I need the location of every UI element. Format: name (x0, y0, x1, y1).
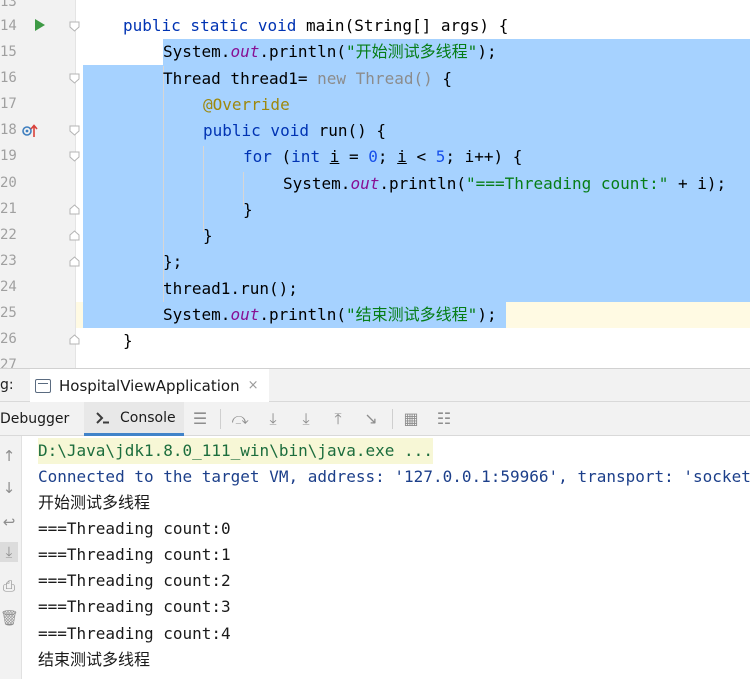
code-line[interactable]: } (243, 197, 253, 223)
evaluate-expression-icon[interactable]: ▦ (402, 410, 420, 428)
line-number: 22 (0, 227, 17, 243)
toolbar-separator (392, 409, 393, 429)
code-line[interactable]: } (123, 328, 133, 354)
scroll-to-end-icon[interactable]: ⤓ (0, 542, 18, 562)
toolbar-separator (220, 409, 221, 429)
editor-gutter: 13 14 15 16 17 18 19 20 21 22 23 24 25 2… (0, 0, 80, 368)
code-line[interactable]: System.out.println("===Threading count:"… (283, 171, 726, 197)
fold-icon[interactable] (69, 125, 80, 136)
console-line: ===Threading count:4 (38, 624, 231, 643)
menu-lines-icon[interactable]: ☰ (191, 410, 209, 428)
console-line: ===Threading count:1 (38, 545, 231, 564)
console-line: D:\Java\jdk1.8.0_111_win\bin\java.exe ..… (38, 438, 433, 464)
console-line: Connected to the target VM, address: '12… (38, 467, 750, 486)
up-arrow-icon[interactable]: ↑ (0, 446, 18, 466)
code-line[interactable]: System.out.println("开始测试多线程"); (163, 39, 497, 65)
console-line: ===Threading count:0 (38, 519, 231, 538)
line-number: 24 (0, 279, 17, 295)
code-line[interactable]: for (int i = 0; i < 5; i++) { (243, 144, 522, 170)
line-number: 19 (0, 148, 17, 164)
fold-icon[interactable] (69, 230, 80, 241)
run-gutter-icon[interactable] (35, 19, 45, 31)
fold-icon[interactable] (69, 73, 80, 84)
code-line[interactable]: Thread thread1= new Thread() { (163, 66, 452, 92)
line-number: 18 (0, 122, 17, 138)
fold-icon[interactable] (69, 151, 80, 162)
line-number: 15 (0, 44, 17, 60)
run-config-tab[interactable]: HospitalViewApplication × (30, 369, 269, 402)
step-over-icon[interactable]: ⤼ (231, 410, 249, 428)
console-line: ===Threading count:2 (38, 571, 231, 590)
line-number: 14 (0, 18, 17, 34)
line-number: 23 (0, 253, 17, 269)
line-number: 27 (0, 357, 17, 368)
run-config-tab-label: HospitalViewApplication (59, 376, 240, 395)
override-method-icon[interactable] (22, 124, 38, 138)
console-output[interactable]: D:\Java\jdk1.8.0_111_win\bin\java.exe ..… (22, 436, 750, 679)
indent-guide (203, 146, 204, 232)
fold-icon[interactable] (69, 334, 80, 345)
force-step-into-icon[interactable]: ⤓ (297, 410, 315, 428)
line-number: 25 (0, 305, 17, 321)
console-line: 开始测试多线程 (38, 493, 151, 512)
line-number: 16 (0, 70, 17, 86)
print-icon[interactable]: ⎙ (0, 576, 18, 596)
down-arrow-icon[interactable]: ↓ (0, 478, 18, 498)
line-number: 20 (0, 175, 17, 191)
debug-toolbar: Debugger Console ☰ ⤼ ⤓ ⤓ ⤒ ↘ ▦ ☷ (0, 402, 750, 436)
tab-debugger[interactable]: Debugger (0, 402, 69, 436)
line-number: 13 (0, 0, 17, 10)
application-icon (35, 378, 51, 393)
fold-icon[interactable] (69, 256, 80, 267)
step-into-icon[interactable]: ⤓ (264, 410, 282, 428)
line-number: 17 (0, 96, 17, 112)
trash-icon[interactable]: 🗑 (0, 608, 19, 628)
console-icon (96, 411, 109, 424)
tool-window-label: g: (0, 377, 14, 393)
console-line: ===Threading count:3 (38, 597, 231, 616)
code-line[interactable]: }; (163, 249, 182, 275)
fold-icon[interactable] (69, 21, 80, 32)
code-line[interactable]: } (203, 223, 213, 249)
close-icon[interactable]: × (248, 378, 259, 393)
code-editor[interactable]: 13 14 15 16 17 18 19 20 21 22 23 24 25 2… (0, 0, 750, 368)
line-number: 21 (0, 201, 17, 217)
tab-console[interactable]: Console (84, 402, 184, 436)
debug-tool-window-header: g: HospitalViewApplication × (0, 368, 750, 402)
code-line[interactable]: thread1.run(); (163, 276, 298, 302)
code-line[interactable]: @Override (203, 92, 290, 118)
soft-wrap-icon[interactable]: ↩ (0, 512, 18, 532)
console-side-toolbar: ↑ ↓ ↩ ⤓ ⎙ 🗑 (0, 436, 22, 679)
step-out-icon[interactable]: ⤒ (329, 410, 347, 428)
code-line[interactable]: public static void main(String[] args) { (123, 13, 508, 39)
fold-icon[interactable] (69, 204, 80, 215)
trace-icon[interactable]: ☷ (435, 410, 453, 428)
run-to-cursor-icon[interactable]: ↘ (362, 410, 380, 428)
console-line: 结束测试多线程 (38, 650, 151, 669)
code-line[interactable]: public void run() { (203, 118, 386, 144)
code-line[interactable]: System.out.println("结束测试多线程"); (163, 302, 497, 328)
line-number: 26 (0, 331, 17, 347)
